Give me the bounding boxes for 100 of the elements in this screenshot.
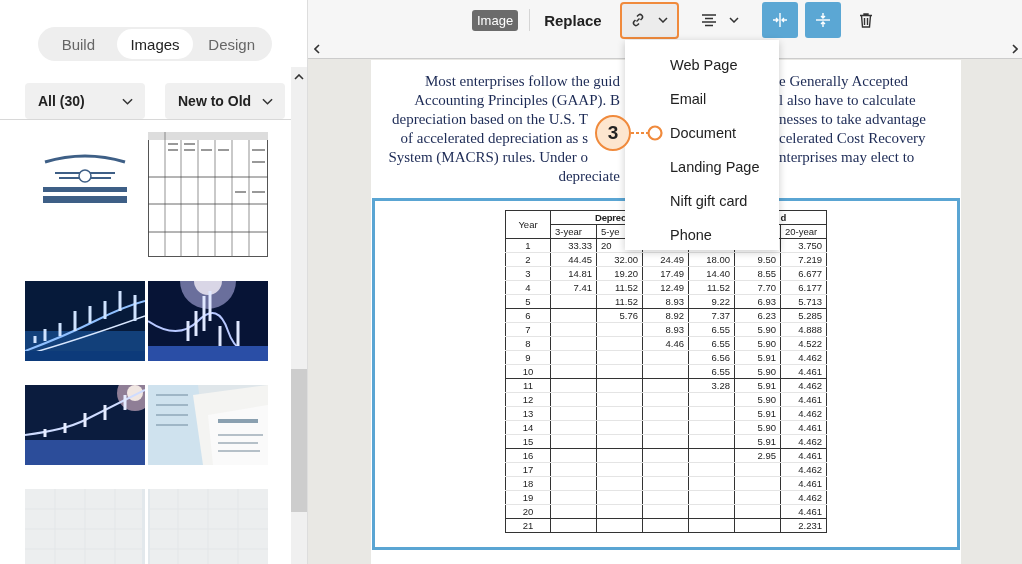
- table-cell: 6.93: [734, 294, 781, 309]
- table-cell: 19: [505, 490, 551, 505]
- table-cell: 24.49: [642, 252, 689, 267]
- table-cell: 7.41: [550, 280, 597, 295]
- table-cell: 18.00: [688, 252, 735, 267]
- table-cell: 5.90: [734, 420, 781, 435]
- table-cell: 5.285: [780, 308, 827, 323]
- table-cell: 2.95: [734, 448, 781, 463]
- table-cell: 32.00: [596, 252, 643, 267]
- table-cell: 5: [505, 294, 551, 309]
- paragraph-text: Accounting Principles (GAAP). B: [414, 92, 620, 108]
- table-cell: 19.20: [596, 266, 643, 281]
- column-group-header: Deprec: [595, 211, 626, 224]
- menu-item[interactable]: Email: [625, 82, 779, 116]
- table-cell: 6.55: [688, 336, 735, 351]
- menu-item[interactable]: Nift gift card: [625, 184, 779, 218]
- paragraph-text: nterprises may elect to: [779, 148, 915, 167]
- column-header: Year: [505, 210, 551, 239]
- table-cell: 12: [505, 392, 551, 407]
- view-tab[interactable]: Build: [40, 29, 117, 59]
- table-cell: 20: [505, 504, 551, 519]
- table-cell: 7: [505, 322, 551, 337]
- table-cell: 16: [505, 448, 551, 463]
- element-type-badge: Image: [472, 9, 519, 31]
- table-cell: 4.461: [780, 476, 827, 491]
- column-header: 20-year: [780, 224, 827, 239]
- table-cell: 12.49: [642, 280, 689, 295]
- menu-item[interactable]: Web Page: [625, 48, 779, 82]
- table-cell: 4.522: [780, 336, 827, 351]
- table-cell: 11: [505, 378, 551, 393]
- table-cell: 11.52: [596, 280, 643, 295]
- table-cell: 2.231: [780, 518, 827, 533]
- table-cell: 6.55: [688, 364, 735, 379]
- column-group-header: d: [780, 211, 786, 224]
- caret-icon: [729, 17, 740, 23]
- table-cell: 10: [505, 364, 551, 379]
- table-cell: 13: [505, 406, 551, 421]
- table-cell: 8: [505, 336, 551, 351]
- filter-dropdown[interactable]: All (30): [25, 83, 145, 119]
- table-cell: 4.462: [780, 434, 827, 449]
- scrollbar[interactable]: [291, 67, 307, 564]
- table-cell: 8.93: [642, 294, 689, 309]
- link-button[interactable]: [619, 1, 679, 39]
- table-cell: 9: [505, 350, 551, 365]
- paragraph-text: of accelerated depreciation as s: [400, 130, 588, 146]
- paragraph-text: nesses to take advantage: [779, 110, 927, 129]
- chevron-down-icon: [122, 97, 133, 105]
- paragraph-text: depreciate: [558, 168, 620, 184]
- view-tab[interactable]: Design: [193, 29, 270, 59]
- view-tab[interactable]: Images: [116, 29, 194, 59]
- filter-dropdown[interactable]: New to Old: [165, 83, 285, 119]
- table-cell: 5.90: [734, 364, 781, 379]
- table-cell: 5.91: [734, 378, 781, 393]
- table-cell: 4.46: [642, 336, 689, 351]
- table-cell: 4: [505, 280, 551, 295]
- scroll-up-icon[interactable]: [294, 74, 304, 80]
- table-cell: 5.91: [734, 434, 781, 449]
- table-cell: 4.888: [780, 322, 827, 337]
- table-cell: 3.28: [688, 378, 735, 393]
- table-cell: 6.55: [688, 322, 735, 337]
- table-cell: 14: [505, 420, 551, 435]
- table-cell: 15: [505, 434, 551, 449]
- scroll-left-icon[interactable]: [314, 44, 320, 54]
- table-cell: 5.90: [734, 322, 781, 337]
- callout-pointer: [631, 124, 663, 142]
- trash-icon: [857, 12, 874, 28]
- table-cell: 14.40: [688, 266, 735, 281]
- paragraph-text: e Generally Accepted: [779, 72, 909, 91]
- scroll-right-icon[interactable]: [1012, 44, 1018, 54]
- table-cell: 4.461: [780, 364, 827, 379]
- table-cell: 5.713: [780, 294, 827, 309]
- table-cell: 3: [505, 266, 551, 281]
- replace-button[interactable]: Replace: [544, 11, 602, 29]
- paragraph-text: Most enterprises follow the guid: [425, 73, 620, 89]
- table-cell: 5.76: [596, 308, 643, 323]
- table-cell: 4.462: [780, 350, 827, 365]
- table-cell: 8.93: [642, 322, 689, 337]
- table-cell: 2: [505, 252, 551, 267]
- menu-item[interactable]: Landing Page: [625, 150, 779, 184]
- chevron-down-icon: [262, 97, 273, 105]
- table-cell: 1: [505, 238, 551, 253]
- table-cell: 8.55: [734, 266, 781, 281]
- paragraph-text: System (MACRS) rules. Under o: [388, 149, 588, 165]
- table-cell: 33.33: [550, 238, 597, 253]
- table-cell: 4.461: [780, 392, 827, 407]
- table-cell: 18: [505, 476, 551, 491]
- table-cell: 9.50: [734, 252, 781, 267]
- column-header: 3-year: [550, 224, 597, 239]
- scrollbar-thumb[interactable]: [291, 369, 307, 512]
- table-cell: 7.70: [734, 280, 781, 295]
- vertical-arrows-icon: [814, 12, 831, 28]
- table-cell: 5.90: [734, 336, 781, 351]
- table-cell: 11.52: [596, 294, 643, 309]
- table-cell: 21: [505, 518, 551, 533]
- table-cell: 6.177: [780, 280, 827, 295]
- table-cell: 44.45: [550, 252, 597, 267]
- caret-icon: [658, 17, 669, 23]
- table-cell: 7.219: [780, 252, 827, 267]
- table-cell: 6.677: [780, 266, 827, 281]
- table-cell: 11.52: [688, 280, 735, 295]
